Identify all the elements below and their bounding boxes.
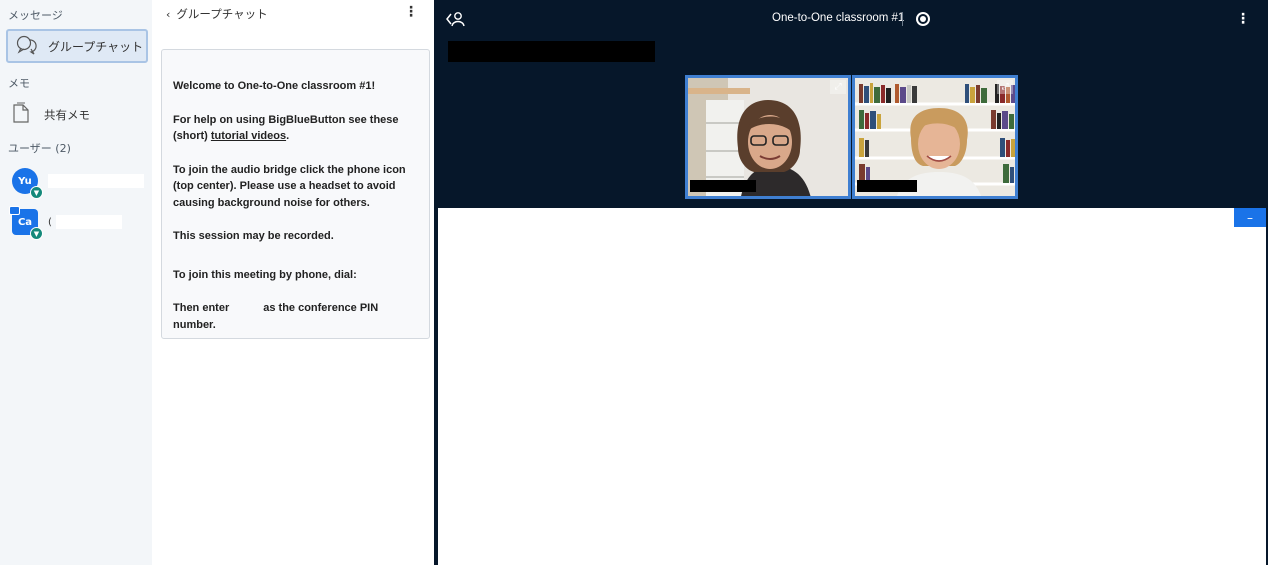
- avatar-initials: Ca: [17, 216, 33, 228]
- presenter-icon: [9, 206, 20, 215]
- user-name-prefix: (: [48, 216, 52, 228]
- welcome-line: Welcome to One-to-One classroom #1!: [173, 80, 376, 92]
- webcam-tile[interactable]: ⤢: [852, 75, 1018, 199]
- shared-notes-label: 共有メモ: [44, 107, 90, 122]
- kebab-menu-icon[interactable]: ⋮: [404, 5, 418, 19]
- welcome-recording-notice: This session may be recorded.: [173, 230, 334, 242]
- avatar: Ca ▼: [9, 206, 43, 240]
- messages-heading: メッセージ: [8, 9, 63, 22]
- notes-document-icon: [12, 102, 30, 127]
- webcam-name-redacted: [857, 180, 917, 192]
- users-heading: ユーザー (2): [8, 142, 71, 155]
- top-bar: One-to-One classroom #1 ⋮: [434, 0, 1268, 40]
- chat-header-back[interactable]: ‹ グループチャット: [166, 6, 268, 22]
- welcome-dial-in: To join this meeting by phone, dial:: [173, 268, 357, 281]
- user-name-redacted: [48, 174, 144, 188]
- webcam-name-redacted: [690, 180, 756, 192]
- minimize-presentation-button[interactable]: –: [1234, 208, 1266, 227]
- chat-panel: ‹ グループチャット ⋮ Welcome to One-to-One class…: [152, 0, 434, 565]
- webcam-tile[interactable]: ⤢: [685, 75, 851, 199]
- chevron-left-icon: ‹: [166, 7, 171, 21]
- group-chat-label: グループチャット: [48, 39, 144, 54]
- kebab-menu-icon[interactable]: ⋮: [1236, 12, 1250, 26]
- shared-notes-item[interactable]: 共有メモ: [12, 102, 90, 127]
- fullscreen-icon[interactable]: ⤢: [830, 80, 846, 94]
- user-row[interactable]: Yu ▼: [12, 168, 144, 199]
- pin-text-pre: Then enter: [173, 302, 230, 314]
- user-list-panel: メッセージ グループチャット メモ 共有メモ ユーザー (2) Yu ▼ Ca …: [0, 0, 152, 565]
- notes-heading: メモ: [8, 77, 30, 90]
- mic-listen-icon: ▼: [30, 186, 43, 199]
- user-list-toggle-icon[interactable]: [446, 11, 466, 31]
- fullscreen-icon[interactable]: ⤢: [997, 80, 1013, 94]
- avatar: Yu ▼: [12, 168, 43, 199]
- chat-bubbles-icon: [16, 35, 38, 58]
- welcome-message: Welcome to One-to-One classroom #1! For …: [161, 49, 430, 339]
- session-title: One-to-One classroom #1: [772, 12, 905, 24]
- record-icon[interactable]: [916, 12, 930, 26]
- welcome-pin: Then enter as the conference PIN number.: [173, 300, 419, 333]
- group-chat-item[interactable]: グループチャット: [6, 29, 148, 63]
- user-name-redacted: [55, 215, 122, 229]
- divider: [902, 12, 903, 26]
- chat-header-label: グループチャット: [176, 7, 268, 21]
- presentation-whiteboard[interactable]: [438, 208, 1266, 565]
- mic-listen-icon: ▼: [30, 227, 43, 240]
- welcome-help: For help on using BigBlueButton see thes…: [173, 112, 419, 145]
- tutorial-videos-link[interactable]: tutorial videos: [211, 130, 286, 142]
- avatar-initials: Yu: [18, 175, 32, 187]
- help-text-end: .: [286, 130, 290, 142]
- welcome-audio-instructions: To join the audio bridge click the phone…: [173, 163, 406, 209]
- notification-bar-redacted: [448, 41, 655, 62]
- user-row[interactable]: Ca ▼ (: [9, 206, 122, 240]
- main-presentation-area: One-to-One classroom #1 ⋮ ⤢ ⤢ –: [434, 0, 1268, 565]
